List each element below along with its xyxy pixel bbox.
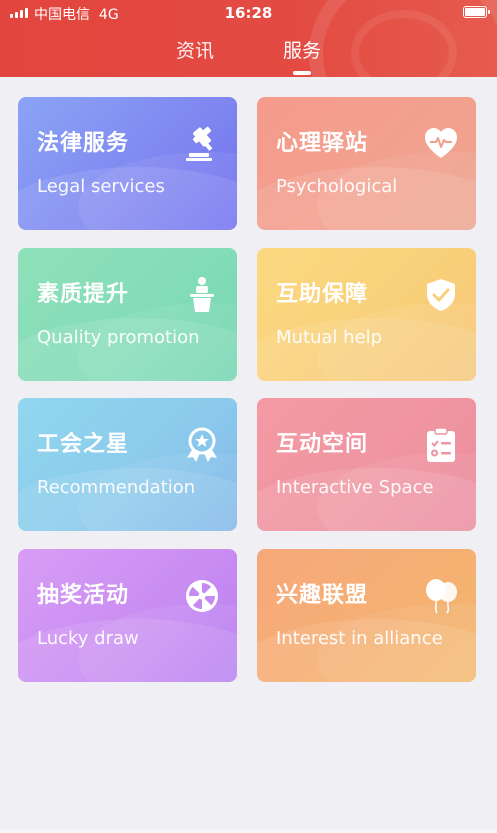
card-psychological[interactable]: 心理驿站 Psychological — [257, 97, 476, 230]
card-subtitle: Legal services — [37, 176, 165, 197]
card-lucky-draw[interactable]: 抽奖活动 Lucky draw — [18, 549, 237, 682]
card-interest-alliance[interactable]: 兴趣联盟 Interest in alliance — [257, 549, 476, 682]
card-title: 抽奖活动 — [37, 583, 130, 608]
card-mutual-help[interactable]: 互助保障 Mutual help — [257, 248, 476, 381]
active-tab-indicator — [293, 71, 311, 75]
card-title: 法律服务 — [37, 131, 130, 156]
podium-speaker-icon — [190, 277, 214, 312]
card-subtitle: Psychological — [276, 176, 398, 197]
card-title: 互动空间 — [276, 432, 369, 457]
card-subtitle: Interest in alliance — [276, 628, 443, 649]
status-time: 16:28 — [224, 4, 273, 22]
battery-icon — [463, 6, 490, 18]
card-title: 心理驿站 — [276, 131, 369, 156]
card-quality-promotion[interactable]: 素质提升 Quality promotion — [18, 248, 237, 381]
tab-services[interactable]: 服务 — [262, 36, 342, 75]
status-bar: 中国电信 4G 16:28 — [0, 0, 497, 26]
prize-wheel-icon — [186, 580, 218, 612]
bottom-tabbar-edge — [0, 829, 497, 833]
gavel-icon — [186, 126, 213, 161]
card-recommendation[interactable]: 工会之星 Recommendation — [18, 398, 237, 531]
balloons-icon — [426, 579, 457, 614]
tab-news[interactable]: 资讯 — [155, 36, 235, 63]
card-title: 兴趣联盟 — [276, 583, 369, 608]
clipboard-checklist-icon — [427, 427, 455, 462]
app-header: 中国电信 4G 16:28 资讯 服务 — [0, 0, 497, 77]
card-subtitle: Quality promotion — [37, 327, 200, 348]
shield-check-icon — [427, 279, 455, 311]
card-subtitle: Lucky draw — [37, 628, 139, 649]
award-badge-icon — [187, 427, 217, 462]
card-legal-services[interactable]: 法律服务 Legal services — [18, 97, 237, 230]
card-subtitle: Recommendation — [37, 477, 196, 498]
top-tabs: 资讯 服务 — [0, 36, 497, 76]
heartbeat-icon — [425, 128, 457, 158]
card-subtitle: Interactive Space — [276, 477, 434, 498]
card-title: 素质提升 — [37, 282, 130, 307]
card-title: 工会之星 — [37, 432, 130, 457]
card-interactive-space[interactable]: 互动空间 Interactive Space — [257, 398, 476, 531]
card-title: 互助保障 — [276, 282, 369, 307]
card-subtitle: Mutual help — [276, 327, 383, 348]
